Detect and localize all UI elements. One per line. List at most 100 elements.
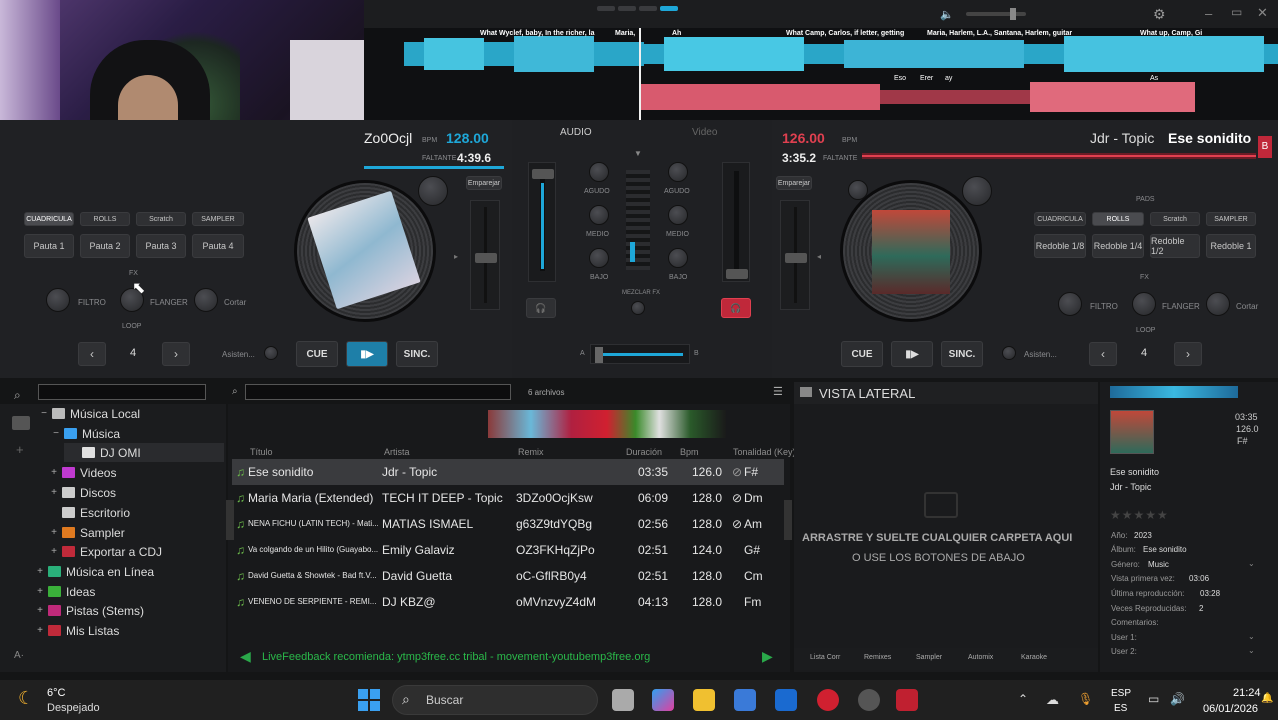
deck-a-filter-knob[interactable] xyxy=(46,288,70,312)
file-explorer-icon[interactable] xyxy=(612,689,634,711)
tree-expand-icon[interactable]: + xyxy=(36,566,44,577)
deck-b-loop-prev[interactable]: ‹ xyxy=(1089,342,1117,366)
tree-item-ideas[interactable]: + Ideas xyxy=(36,582,95,601)
album-art-strip[interactable] xyxy=(488,410,726,438)
mix-fx-knob[interactable] xyxy=(631,301,645,315)
list-search-input[interactable] xyxy=(245,384,511,400)
deck-a-tab-grid[interactable]: CUADRICULA xyxy=(24,212,74,226)
deck-b-pad-1[interactable]: Redoble 1/8 xyxy=(1034,234,1086,258)
headphone-a-button[interactable]: 🎧 xyxy=(526,298,556,318)
tree-collapse-icon[interactable]: − xyxy=(52,428,60,439)
mixer-tab-video[interactable]: Video xyxy=(692,127,717,138)
deck-a-pad-4[interactable]: Pauta 4 xyxy=(192,234,244,258)
eq-a-high-knob[interactable] xyxy=(589,162,609,182)
list-search-icon[interactable]: ⌕ xyxy=(232,386,238,397)
settings-gear-icon[interactable]: ⚙ xyxy=(1153,6,1166,23)
user2-dropdown-icon[interactable]: ⌄ xyxy=(1248,646,1255,655)
network-icon[interactable]: ▭ xyxy=(1148,692,1159,706)
table-row[interactable]: ♫ VENENO DE SERPIENTE - REMI... DJ KBZ@ … xyxy=(232,589,784,615)
deck-b-prev-icon[interactable]: ◂ xyxy=(817,252,821,261)
add-folder-icon[interactable]: + xyxy=(16,442,24,457)
deck-a-pad-2[interactable]: Pauta 2 xyxy=(80,234,130,258)
info-mini-waveform[interactable] xyxy=(1110,386,1238,398)
table-row[interactable]: ♫ Ese sonidito Jdr - Topic 03:35 126.0 ⊘… xyxy=(232,459,784,485)
deck-b-pad-2[interactable]: Redoble 1/4 xyxy=(1092,234,1144,258)
tree-item-online-music[interactable]: + Música en Línea xyxy=(36,562,154,581)
tree-item-dj-omi[interactable]: DJ OMI xyxy=(64,443,224,462)
deck-a-assist-toggle[interactable] xyxy=(264,346,278,360)
deck-a-cut-knob[interactable] xyxy=(194,288,218,312)
deck-b-key-icon[interactable] xyxy=(848,180,868,200)
steam-icon[interactable] xyxy=(858,689,880,711)
eq-a-low-knob[interactable] xyxy=(589,248,609,268)
tree-collapse-icon[interactable]: − xyxy=(40,408,48,419)
deck-b-loop-next[interactable]: › xyxy=(1174,342,1202,366)
table-row[interactable]: ♫ NENA FICHU (LATIN TECH) - Mati... MATI… xyxy=(232,511,784,537)
tree-item-sampler[interactable]: + Sampler xyxy=(50,523,125,542)
deck-a-tab-rolls[interactable]: ROLLS xyxy=(80,212,130,226)
deck-a-sync-button[interactable]: SINC. xyxy=(396,341,438,367)
livefeedback-text[interactable]: LiveFeedback recomienda: ytmp3free.cc tr… xyxy=(262,651,650,663)
mute-icon[interactable]: 🔈 xyxy=(940,8,954,21)
browser-search-icon[interactable]: ⌕ xyxy=(14,388,21,403)
deck-b-play-button[interactable]: ▮▶ xyxy=(891,341,933,367)
clock-time[interactable]: 21:24 xyxy=(1233,687,1261,699)
tree-item-export-cdj[interactable]: + Exportar a CDJ xyxy=(50,542,162,561)
opera-icon[interactable] xyxy=(817,689,839,711)
deck-a-play-button[interactable]: ▮▶ xyxy=(346,341,388,367)
col-duration[interactable]: Duración xyxy=(626,447,662,457)
tree-expand-icon[interactable]: + xyxy=(50,527,58,538)
lang-code-1[interactable]: ESP xyxy=(1111,688,1131,699)
col-key[interactable]: Tonalidad (Key) xyxy=(733,447,796,457)
folder-search-input[interactable] xyxy=(38,384,206,400)
windows-start-icon[interactable] xyxy=(358,689,380,711)
mixer-vol-b[interactable] xyxy=(722,162,750,282)
deck-a-match-button[interactable]: Emparejar xyxy=(466,176,502,190)
text-size-icon[interactable]: A· xyxy=(14,650,24,661)
taskbar-search-box[interactable] xyxy=(392,685,598,715)
table-row[interactable]: ♫ Va colgando de un Hilito (Guayabo... E… xyxy=(232,537,784,563)
deck-b-tab-rolls[interactable]: ROLLS xyxy=(1092,212,1144,226)
minimize-icon[interactable]: – xyxy=(1205,6,1212,21)
side-tab-sampler[interactable]: Sampler xyxy=(916,654,942,661)
rating-stars[interactable]: ★★★★★ xyxy=(1110,508,1169,522)
mixer-vol-a[interactable] xyxy=(528,162,556,282)
deck-b-match-button[interactable]: Emparejar xyxy=(776,176,812,190)
tree-expand-icon[interactable]: + xyxy=(50,487,58,498)
mixer-collapse-icon[interactable]: ▼ xyxy=(634,149,642,158)
deck-b-sync-button[interactable]: SINC. xyxy=(941,341,983,367)
sideview-side-tab[interactable] xyxy=(784,500,792,540)
store-icon[interactable] xyxy=(734,689,756,711)
tree-expand-icon[interactable]: + xyxy=(36,586,44,597)
col-title[interactable]: Título xyxy=(250,447,273,457)
folder-icon[interactable] xyxy=(693,689,715,711)
user1-dropdown-icon[interactable]: ⌄ xyxy=(1248,632,1255,641)
weather-temp[interactable]: 6°C xyxy=(47,687,65,699)
side-tab-karaoke[interactable]: Karaoke xyxy=(1021,654,1047,661)
mixer-tab-audio[interactable]: AUDIO xyxy=(560,127,592,138)
deck-a-cue-button[interactable]: CUE xyxy=(296,341,338,367)
side-tab-automix[interactable]: Automix xyxy=(968,654,993,661)
deck-b-flanger-knob[interactable] xyxy=(1132,292,1156,316)
deck-a-tab-scratch[interactable]: Scratch xyxy=(136,212,186,226)
crossfader[interactable] xyxy=(590,344,690,364)
side-tab-list[interactable]: Lista Corr xyxy=(810,654,840,661)
deck-a-loop-next[interactable]: › xyxy=(162,342,190,366)
virtualdj-icon[interactable] xyxy=(896,689,918,711)
deck-b-tab-scratch[interactable]: Scratch xyxy=(1150,212,1200,226)
weather-text[interactable]: Despejado xyxy=(47,702,100,714)
col-artist[interactable]: Artista xyxy=(384,447,410,457)
tree-item-stems[interactable]: + Pistas (Stems) xyxy=(36,601,144,620)
tree-item-local-music[interactable]: − Música Local xyxy=(40,404,140,423)
weather-moon-icon[interactable]: ☾ xyxy=(18,688,34,709)
deck-b-filter-knob[interactable] xyxy=(1058,292,1082,316)
folders-side-tab[interactable] xyxy=(226,500,234,540)
tree-item-videos[interactable]: + Videos xyxy=(50,463,116,482)
deck-b-pad-4[interactable]: Redoble 1 xyxy=(1206,234,1256,258)
master-volume-slider[interactable] xyxy=(966,8,1026,20)
deck-a-pad-1[interactable]: Pauta 1 xyxy=(24,234,74,258)
hdd-icon[interactable] xyxy=(12,416,30,430)
outlook-icon[interactable] xyxy=(775,689,797,711)
deck-a-loop-prev[interactable]: ‹ xyxy=(78,342,106,366)
side-tab-remixes[interactable]: Remixes xyxy=(864,654,891,661)
